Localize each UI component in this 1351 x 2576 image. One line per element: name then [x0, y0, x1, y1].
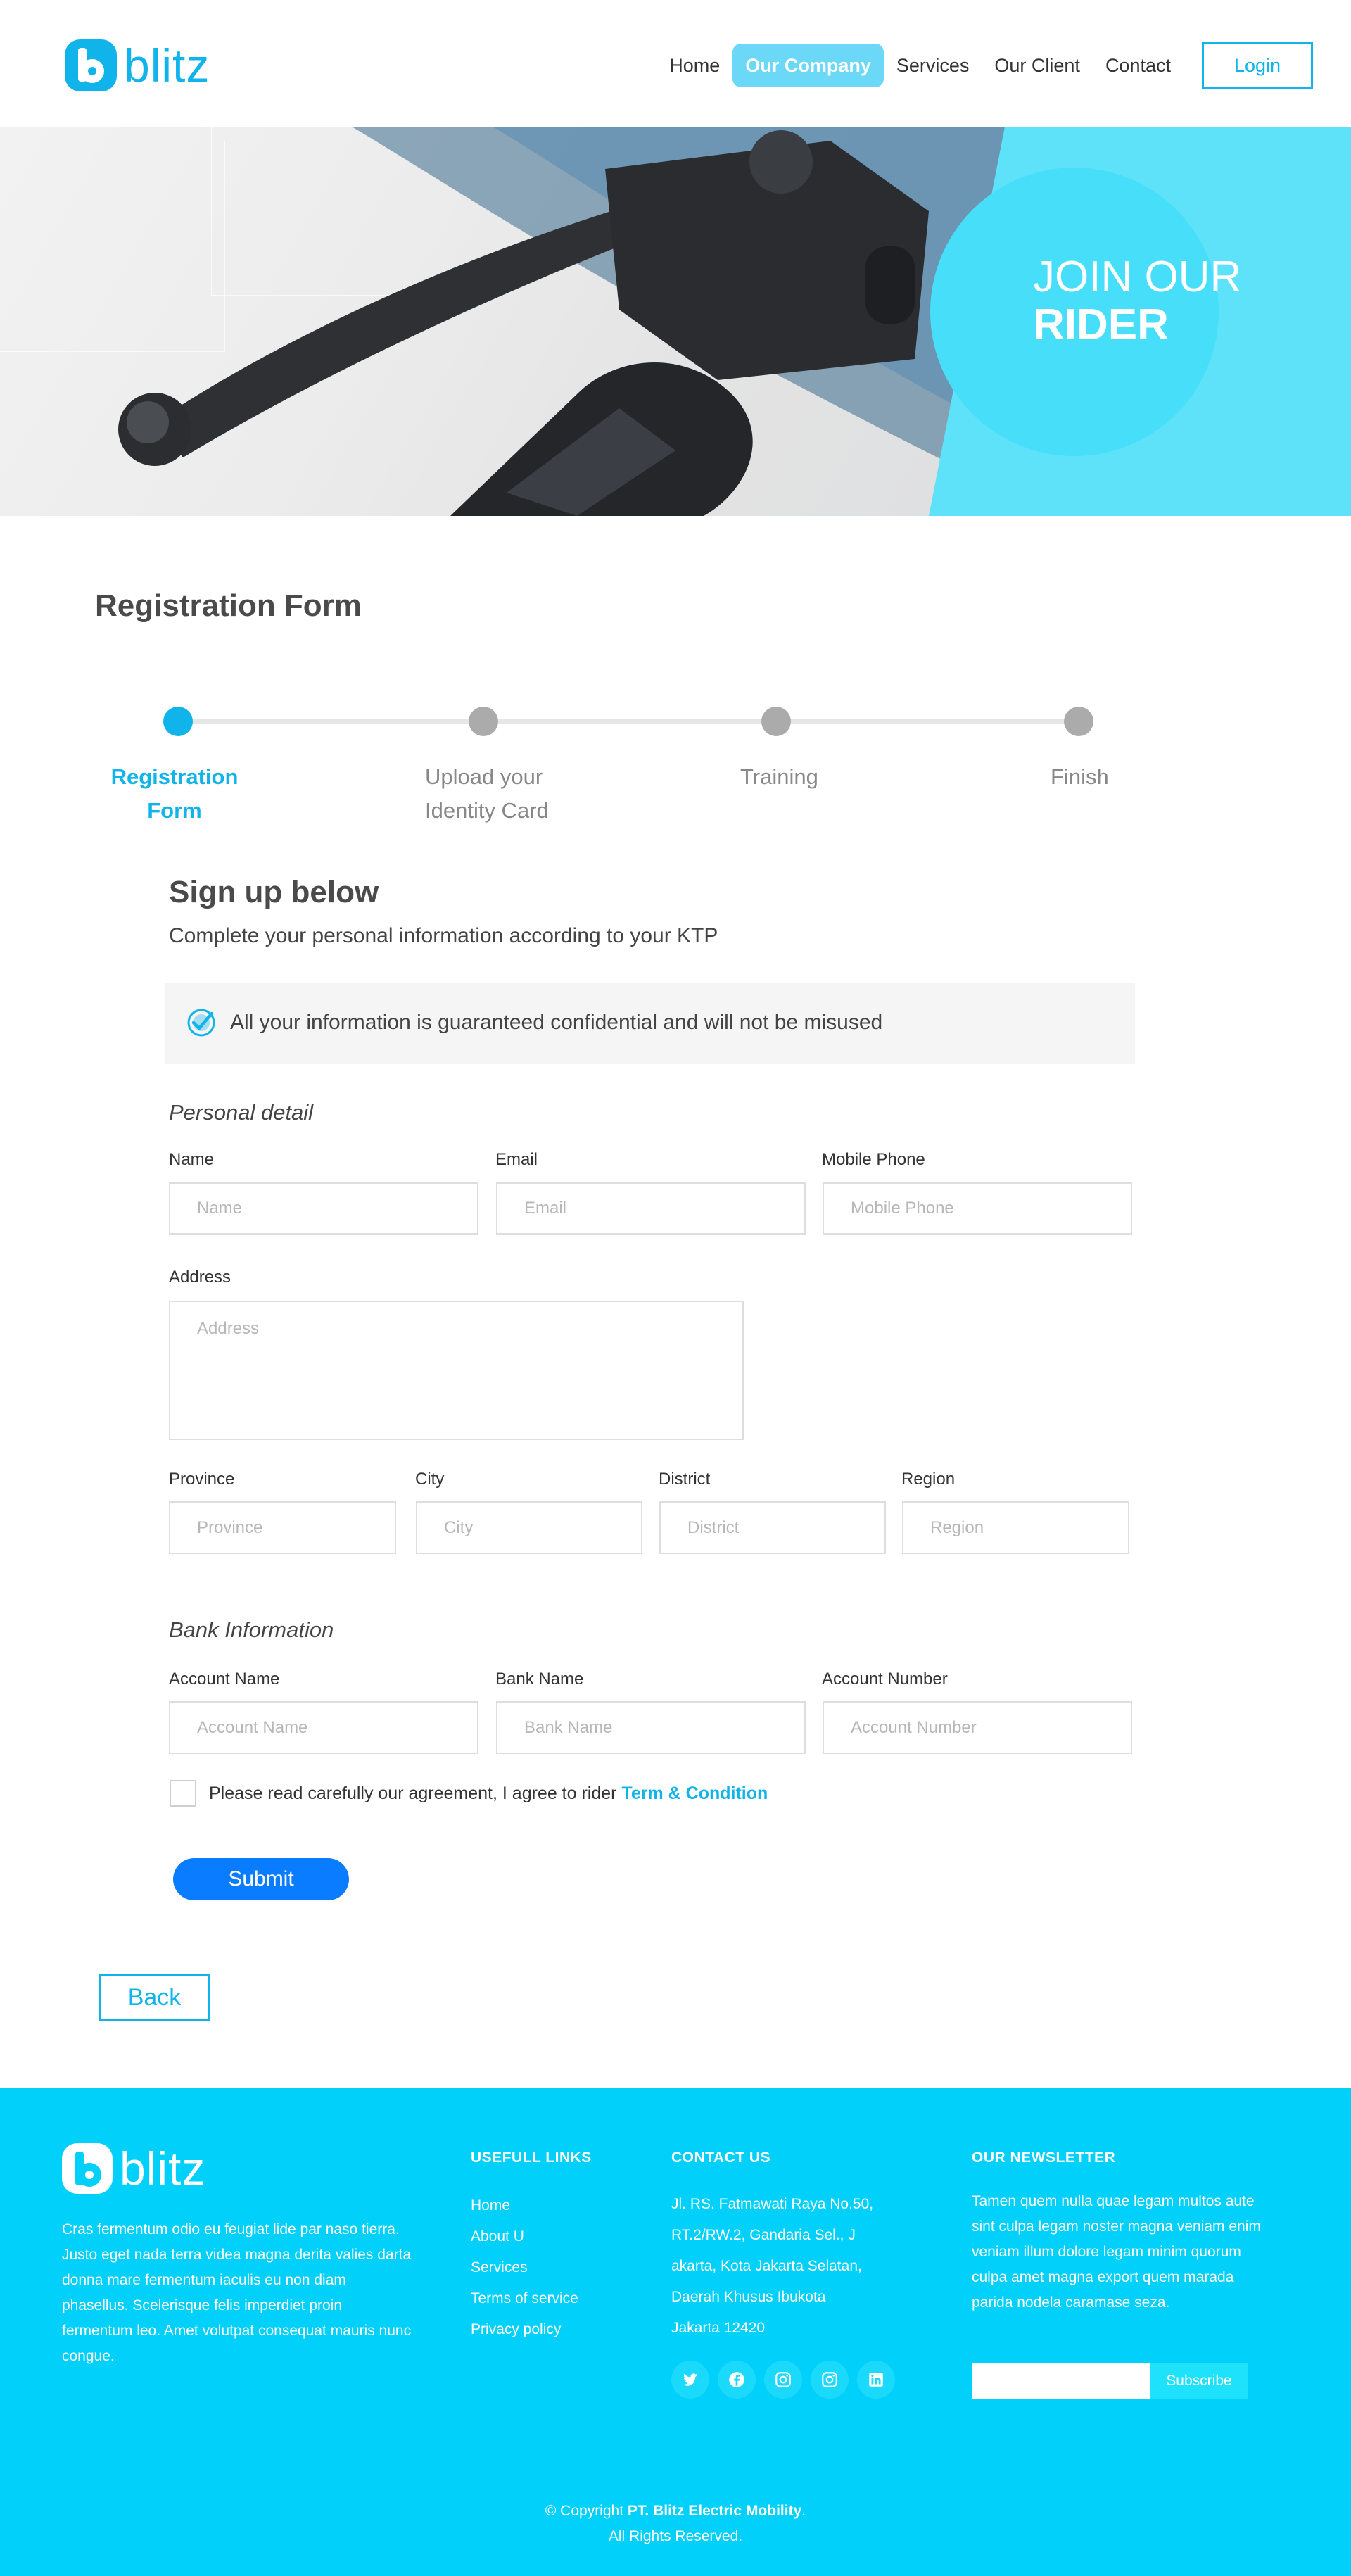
bank-information-heading: Bank Information [169, 1617, 334, 1642]
newsletter-text: Tamen quem nulla quae legam multos aute … [972, 2193, 1261, 2311]
footer-link-services[interactable]: Services [471, 2252, 578, 2283]
nav-item-home[interactable]: Home [657, 44, 732, 87]
twitter-icon[interactable] [671, 2361, 709, 2399]
agreement-checkbox[interactable] [170, 1780, 196, 1807]
step-dot-finish [1064, 707, 1093, 736]
newsletter-email-input[interactable] [972, 2363, 1150, 2399]
signup-subtitle: Complete your personal information accor… [169, 924, 718, 947]
site-header: blitz Home Our Company Services Our Clie… [0, 0, 1351, 127]
step-label-registration: Registration Form [110, 764, 239, 823]
hero-banner: JOIN OUR RIDER [0, 127, 1351, 516]
account-number-field[interactable]: Account Number [823, 1701, 1132, 1754]
footer-link-home[interactable]: Home [471, 2190, 578, 2221]
main-nav: Home Our Company Services Our Client Con… [657, 42, 1313, 89]
site-footer: blitz Cras fermentum odio eu feugiat lid… [0, 2088, 1351, 2576]
region-label: Region [901, 1470, 956, 1489]
contact-line: akarta, Kota Jakarta Selatan, [671, 2258, 862, 2274]
useful-links-heading: USEFULL LINKS [471, 2149, 592, 2166]
footer-logo-wordmark: blitz [120, 2142, 206, 2195]
province-label: Province [169, 1470, 235, 1489]
step-dot-upload [469, 707, 498, 736]
step-label-finish: Finish [1051, 764, 1109, 789]
footer-about-text: Cras fermentum odio eu feugiat lide par … [62, 2221, 412, 2364]
contact-line: Daerah Khusus Ibukota [671, 2289, 826, 2305]
hero-title: JOIN OUR RIDER [1033, 253, 1241, 349]
linkedin-icon[interactable] [857, 2361, 895, 2399]
confidential-notice: All your information is guaranteed confi… [165, 983, 1135, 1064]
progress-stepper: Registration Form Upload your Identity C… [0, 704, 1351, 831]
nav-item-our-company[interactable]: Our Company [732, 44, 884, 87]
logo-mark-icon [65, 39, 117, 91]
email-field[interactable]: Email [496, 1182, 806, 1235]
step-label-upload: Upload your Identity Card [425, 764, 549, 823]
brand-logo[interactable]: blitz [65, 39, 210, 91]
contact-address: Jl. RS. Fatmawati Raya No.50, RT.2/RW.2,… [671, 2189, 939, 2344]
hero-title-line2: RIDER [1033, 301, 1169, 349]
newsletter-heading: OUR NEWSLETTER [972, 2149, 1116, 2166]
bank-name-field[interactable]: Bank Name [496, 1701, 806, 1754]
name-field[interactable]: Name [169, 1182, 478, 1235]
district-field[interactable]: District [659, 1501, 886, 1554]
mobile-phone-label: Mobile Phone [822, 1150, 925, 1169]
region-field[interactable]: Region [902, 1501, 1129, 1554]
name-label: Name [169, 1150, 215, 1169]
copyright-prefix: © Copyright [545, 2503, 628, 2519]
nav-item-our-client[interactable]: Our Client [982, 44, 1093, 87]
instagram-icon[interactable] [811, 2361, 849, 2399]
check-circle-icon [187, 1009, 215, 1037]
scooter-handlebar-image [118, 127, 1055, 516]
submit-button[interactable]: Submit [173, 1858, 349, 1900]
rights-line: All Rights Reserved. [608, 2528, 743, 2544]
login-button[interactable]: Login [1202, 42, 1313, 89]
account-name-field[interactable]: Account Name [169, 1701, 478, 1754]
nav-item-contact[interactable]: Contact [1093, 44, 1184, 87]
terms-link[interactable]: Term & Condition [621, 1783, 768, 1803]
contact-us-heading: CONTACT US [671, 2149, 771, 2166]
footer-logo-mark-icon [62, 2143, 113, 2194]
footer-link-terms[interactable]: Terms of service [471, 2283, 578, 2314]
step-dot-registration [163, 707, 193, 736]
facebook-icon[interactable] [718, 2361, 756, 2399]
instagram-icon[interactable] [764, 2361, 802, 2399]
district-label: District [659, 1470, 711, 1489]
email-label: Email [495, 1150, 538, 1169]
contact-line: RT.2/RW.2, Gandaria Sel., J [671, 2227, 856, 2243]
contact-line: Jl. RS. Fatmawati Raya No.50, [671, 2196, 874, 2212]
useful-links-list: Home About U Services Terms of service P… [471, 2190, 578, 2345]
logo-wordmark: blitz [124, 39, 210, 91]
province-field[interactable]: Province [169, 1501, 396, 1554]
footer-link-privacy[interactable]: Privacy policy [471, 2314, 578, 2345]
registration-title: Registration Form [95, 588, 362, 623]
nav-item-services[interactable]: Services [884, 44, 982, 87]
footer-logo[interactable]: blitz [62, 2142, 205, 2195]
personal-detail-heading: Personal detail [169, 1100, 314, 1125]
notice-text: All your information is guaranteed confi… [230, 1011, 883, 1034]
bank-name-label: Bank Name [495, 1669, 584, 1688]
copyright: © Copyright PT. Blitz Electric Mobility.… [0, 2499, 1351, 2549]
social-links [671, 2361, 903, 2399]
subscribe-button[interactable]: Subscribe [1150, 2363, 1248, 2399]
agreement-text-body: Please read carefully our agreement, I a… [209, 1783, 622, 1803]
step-dot-training [761, 707, 791, 736]
agreement-text: Please read carefully our agreement, I a… [209, 1783, 768, 1804]
account-number-label: Account Number [822, 1669, 948, 1688]
address-textarea[interactable]: Address [169, 1301, 744, 1440]
back-button[interactable]: Back [99, 1974, 210, 2021]
step-label-training: Training [740, 764, 818, 789]
city-field[interactable]: City [416, 1501, 642, 1554]
copyright-company: PT. Blitz Electric Mobility [627, 2503, 802, 2519]
copyright-suffix: . [801, 2503, 806, 2519]
hero-title-line1: JOIN OUR [1033, 253, 1242, 301]
mobile-phone-field[interactable]: Mobile Phone [823, 1182, 1132, 1235]
footer-link-about[interactable]: About U [471, 2221, 578, 2252]
city-label: City [415, 1470, 445, 1489]
account-name-label: Account Name [169, 1669, 280, 1688]
contact-line: Jakarta 12420 [671, 2320, 766, 2336]
copyright-line: © Copyright PT. Blitz Electric Mobility. [0, 2499, 1351, 2524]
signup-title: Sign up below [169, 875, 379, 909]
address-label: Address [169, 1268, 231, 1287]
stepper-track [178, 719, 1079, 724]
